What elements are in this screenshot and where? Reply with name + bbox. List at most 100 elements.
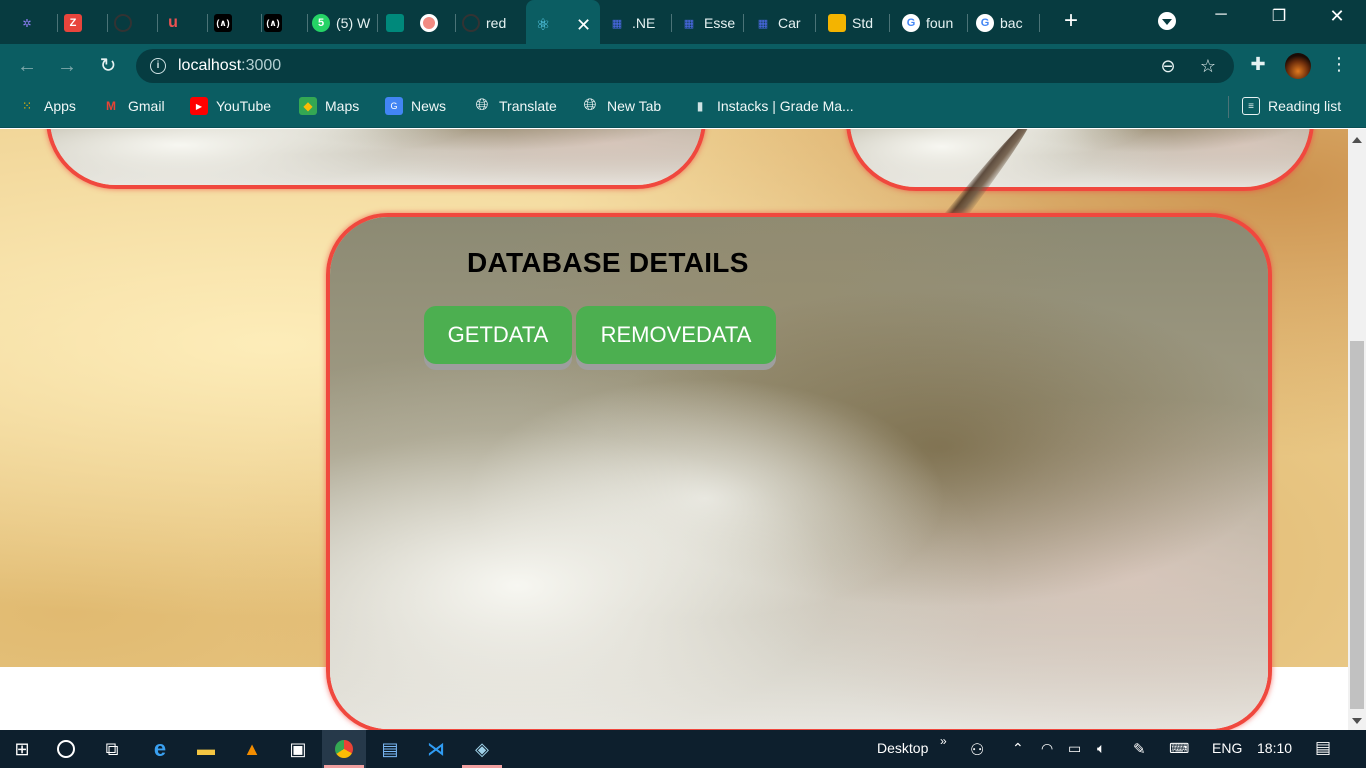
whatsapp-icon: 5 [312,14,330,32]
bookmark-star-icon[interactable]: ☆ [1197,56,1219,77]
tab[interactable]: ▦ Car [754,6,816,40]
bookmark-apps[interactable]: ⁙ Apps [18,97,76,115]
tab-title: Std [852,15,874,31]
tab-search-button[interactable] [1158,12,1176,30]
profile-avatar[interactable] [1285,53,1311,79]
taskbar-notepad[interactable]: ▤ [368,730,412,768]
tab[interactable]: (∧) [214,6,262,40]
cortana-button[interactable] [44,730,88,768]
keyboard-icon[interactable]: ⌨ [1169,740,1189,757]
waterfall-background [50,129,702,185]
extensions-icon[interactable]: ✚ [1246,54,1270,75]
language-indicator[interactable]: ENG [1212,740,1242,756]
vertical-scrollbar[interactable] [1348,129,1366,730]
vscode-icon: ⋊ [427,738,445,759]
reload-button[interactable]: ↻ [95,53,121,79]
taskbar-file-explorer[interactable]: ▬ [184,730,228,768]
close-tab-icon[interactable]: ✕ [576,15,591,36]
tab[interactable]: 5 (5) W [312,6,378,40]
card-top-left [46,129,706,189]
bookmarks-divider [1228,96,1229,118]
people-icon[interactable]: ⚇ [970,740,984,760]
taskbar-edge[interactable]: e [138,730,182,768]
task-view-button[interactable]: ⧉ [90,730,134,768]
tab[interactable]: (∧) [264,6,308,40]
bookmark-instacks[interactable]: ▮ Instacks | Grade Ma... [691,97,854,115]
volume-icon[interactable]: 🔈︎ [1097,740,1105,757]
address-url[interactable]: localhost:3000 [178,57,281,75]
bookmark-label: New Tab [607,98,662,114]
start-button[interactable]: ⊞ [0,730,44,768]
bookmark-maps[interactable]: ◆ Maps [299,97,359,115]
scroll-down-icon[interactable] [1352,718,1362,724]
globe-icon: 🌐︎ [583,97,597,114]
dev-grid-icon: ▦ [683,17,695,30]
restore-button[interactable]: ❐ [1256,6,1302,26]
tab-title: red [486,15,507,31]
bookmark-gmail[interactable]: M Gmail [102,97,165,115]
store-bag-icon: ▣ [289,738,307,759]
notifications-icon[interactable]: ▤ [1315,738,1331,758]
github-icon [462,14,480,32]
scroll-up-icon[interactable] [1352,137,1362,143]
bookmark-translate[interactable]: 🌐︎ Translate [473,97,557,115]
toolbar-expand-icon[interactable]: » [940,734,947,748]
tab[interactable]: Std [828,6,890,40]
bookmarks-bar: ⁙ Apps M Gmail ▶ YouTube ◆ Maps G News 🌐︎ Tran… [0,88,1366,128]
scroll-thumb[interactable] [1350,341,1364,709]
reading-list-button[interactable]: ≡ Reading list [1242,97,1341,115]
tab[interactable] [114,6,158,40]
doc-icon: ▮ [696,99,704,113]
close-window-button[interactable]: ✕ [1314,6,1360,27]
new-tab-button[interactable]: + [1058,8,1084,34]
taskbar-chrome[interactable] [322,730,366,768]
bookmark-new-tab[interactable]: 🌐︎ New Tab [581,97,662,115]
minimize-button[interactable]: ─ [1198,6,1244,24]
tab[interactable]: u [164,6,208,40]
menu-kebab-icon[interactable]: ⋮ [1327,54,1351,75]
pen-icon[interactable]: ✎ [1133,740,1146,758]
bookmark-youtube[interactable]: ▶ YouTube [190,97,271,115]
tab[interactable]: ✲ [18,6,58,40]
maps-icon: ◆ [299,97,317,115]
folder-icon: ▬ [197,738,215,759]
taskbar-vlc[interactable]: ▲ [230,730,274,768]
zoom-icon[interactable]: ⊖ [1157,56,1179,77]
react-icon: ⚛ [535,17,551,34]
tab[interactable]: Z [64,6,108,40]
get-data-button[interactable]: GETDATA [424,306,572,364]
app-cube-icon: ◈ [475,738,489,759]
address-bar[interactable]: i localhost:3000 ⊖ ☆ [136,49,1234,83]
taskbar-vscode[interactable]: ⋊ [414,730,458,768]
clock[interactable]: 18:10 [1257,740,1292,756]
waterfall-background [850,129,1310,187]
desktop-toolbar-label[interactable]: Desktop [877,740,928,756]
bookmark-news[interactable]: G News [385,97,446,115]
back-button[interactable]: ← [14,53,40,79]
site-info-icon[interactable]: i [150,58,166,74]
url-port: :3000 [241,57,282,74]
battery-icon[interactable]: ▭ [1068,740,1081,757]
windows-taskbar: ⊞ ⧉ e ▬ ▲ ▣ ▤ ⋊ ◈ Desktop » ⚇ ⌃ ◠ ▭ 🔈︎ ✎… [0,730,1366,768]
meet-icon [386,14,404,32]
windows-logo-icon: ⊞ [14,738,30,759]
slides-icon [828,14,846,32]
tab[interactable]: ▦ Esse [680,6,744,40]
record-icon [420,14,438,32]
tab[interactable] [420,6,456,40]
browser-toolbar: ← → ↻ i localhost:3000 ⊖ ☆ ✚ ⋮ [0,44,1366,88]
tab[interactable]: G bac [976,6,1040,40]
forward-button[interactable]: → [54,53,80,79]
taskbar-app[interactable]: ◈ [460,730,504,768]
tab[interactable]: ▦ .NE [608,6,672,40]
codepen-icon: (∧) [214,14,232,32]
tab[interactable]: G foun [902,6,968,40]
taskbar-store[interactable]: ▣ [276,730,320,768]
tab[interactable]: red [462,6,522,40]
wifi-icon[interactable]: ◠ [1041,740,1053,757]
chevron-up-icon[interactable]: ⌃ [1012,740,1024,757]
tab-active[interactable]: ⚛ ✕ [526,0,600,44]
cortana-circle-icon [57,740,75,758]
tab[interactable] [386,6,416,40]
remove-data-button[interactable]: REMOVEDATA [576,306,776,364]
